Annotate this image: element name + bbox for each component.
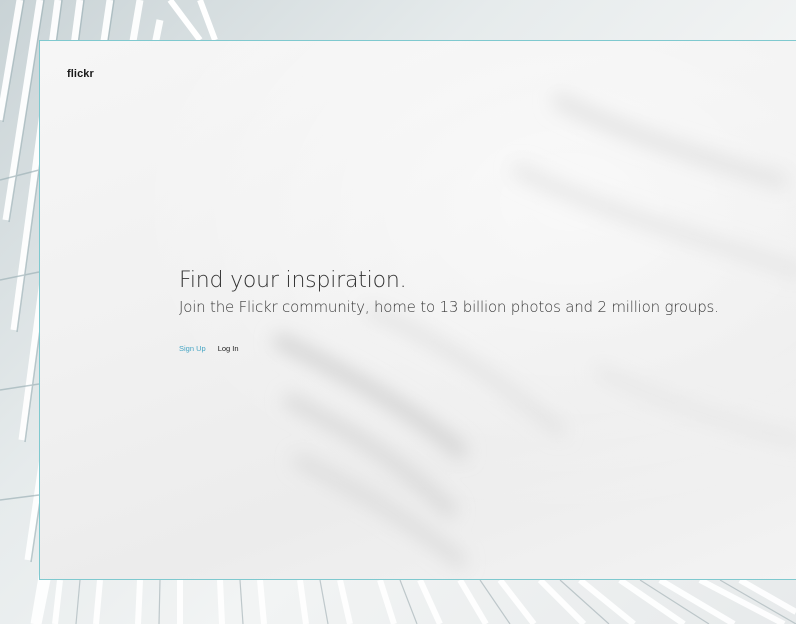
- auth-actions: Sign Up Log In: [179, 344, 779, 353]
- hero-headline: Find your inspiration.: [179, 268, 407, 293]
- flickr-logo[interactable]: flickr: [67, 68, 94, 80]
- hero-subline: Join the Flickr community, home to 13 bi…: [179, 298, 719, 316]
- app-window: flickr Find your inspiration. Join the F…: [39, 40, 796, 580]
- sign-up-link[interactable]: Sign Up: [179, 344, 206, 353]
- log-in-link[interactable]: Log In: [218, 344, 239, 353]
- hero-section: Find your inspiration. Join the Flickr c…: [179, 267, 779, 353]
